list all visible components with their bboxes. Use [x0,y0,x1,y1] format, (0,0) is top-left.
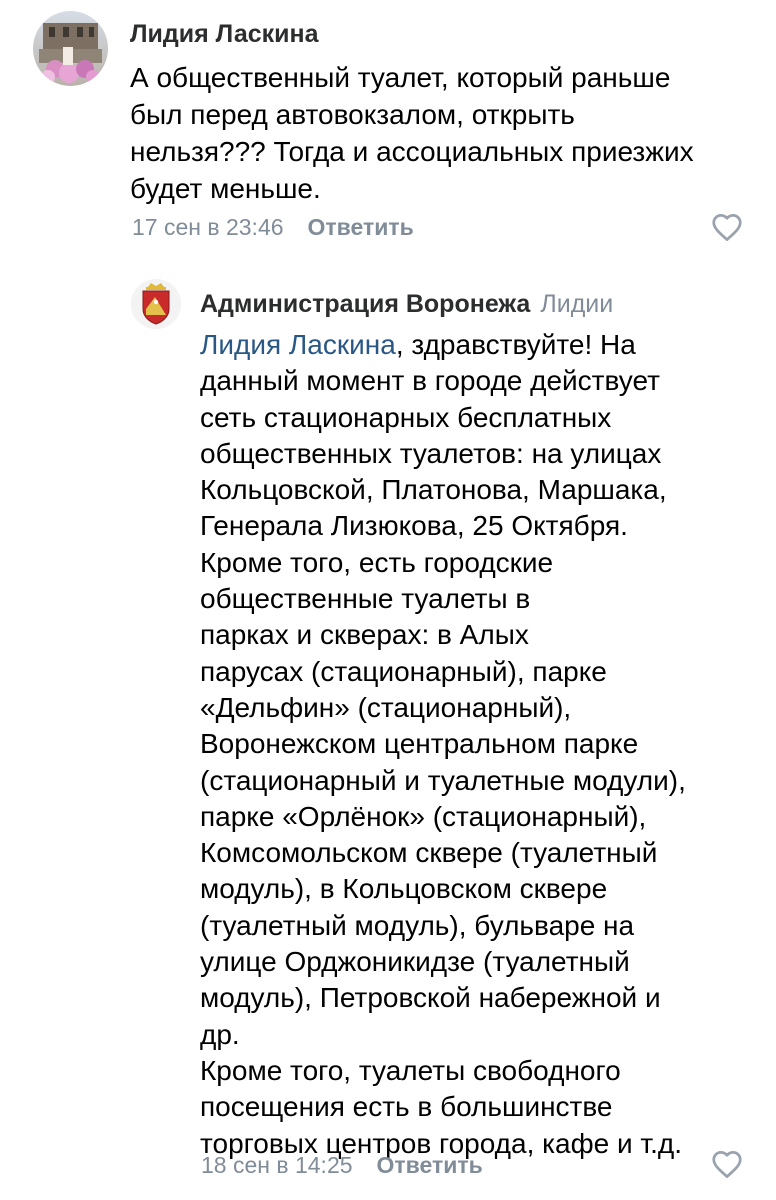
mention-link[interactable]: Лидия Ласкина [200,329,396,360]
text-line: Кроме того, есть городские [200,546,554,578]
text-line: Кроме того, туалеты свободного [200,1054,621,1086]
avatar[interactable] [33,11,108,86]
text-line: «Дельфин» (стационарный), [200,691,572,723]
text-line: общественные туалеты в [200,583,531,615]
text-fragment: , здравствуйте! На [395,329,636,360]
author-name-text[interactable]: Администрация Воронежа [200,290,530,318]
text-line: данный момент в городе действует [200,365,660,397]
timestamp: 18 сен в 14:25 [201,1152,353,1178]
text-line: парусах (стационарный), парке [200,655,607,687]
reply-comment: Администрация Воронежа Лидии Лидия Ласкин… [0,260,776,1200]
text-line: Кольцовской, Платонова, Маршака, [200,474,667,506]
text-line: Комсомольском сквере (туалетный [200,837,658,869]
reply-to-label[interactable]: Лидии [540,290,613,318]
coat-of-arms-icon [131,279,181,329]
author-name[interactable]: Лидия Ласкина [130,20,319,49]
text-line: будет меньше. [130,173,321,204]
text-line: др. [200,1018,240,1050]
reply-button[interactable]: Ответить [377,1152,483,1178]
author-name[interactable]: Администрация Воронежа Лидии [200,290,613,319]
text-line: Воронежском центральном парке [200,728,639,760]
timestamp: 17 сен в 23:46 [132,214,284,240]
avatar-photo [33,11,108,86]
comment: Лидия Ласкина А общественный туалет, кот… [0,0,776,260]
comment-meta: 17 сен в 23:46 Ответить [132,214,414,241]
text-line: (туалетный модуль), бульваре на [200,909,635,941]
text-line: модуль), Петровской набережной и [200,982,661,1014]
heart-icon[interactable] [710,212,744,242]
text-line: общественных туалетов: на улицах [200,437,662,469]
text-line: (стационарный и туалетные модули), [200,764,686,796]
text-line: был перед автовокзалом, открыть [130,99,575,130]
text-line: парке «Орлёнок» (стационарный), [200,800,647,832]
text-line: посещения есть в большинстве [200,1091,613,1123]
text-line: парках и скверах: в Алых [200,619,529,651]
text-line: модуль), в Кольцовском сквере [200,873,608,905]
avatar[interactable] [131,279,181,329]
text-line: Лидия Ласкина, здравствуйте! На [200,327,686,363]
comment-text: А общественный туалет, который раньше бы… [130,59,694,207]
text-line: А общественный туалет, который раньше [130,62,671,93]
heart-icon[interactable] [710,1149,744,1179]
reply-text: Лидия Ласкина, здравствуйте! На данный м… [200,327,686,1162]
reply-button[interactable]: Ответить [308,214,414,240]
text-line: Генерала Лизюкова, 25 Октября. [200,510,628,542]
text-line: улице Орджоникидзе (туалетный [200,946,630,978]
text-line: сеть стационарных бесплатных [200,401,612,433]
text-line: нельзя??? Тогда и ассоциальных приезжих [130,136,694,167]
comment-meta: 18 сен в 14:25 Ответить [201,1152,483,1179]
